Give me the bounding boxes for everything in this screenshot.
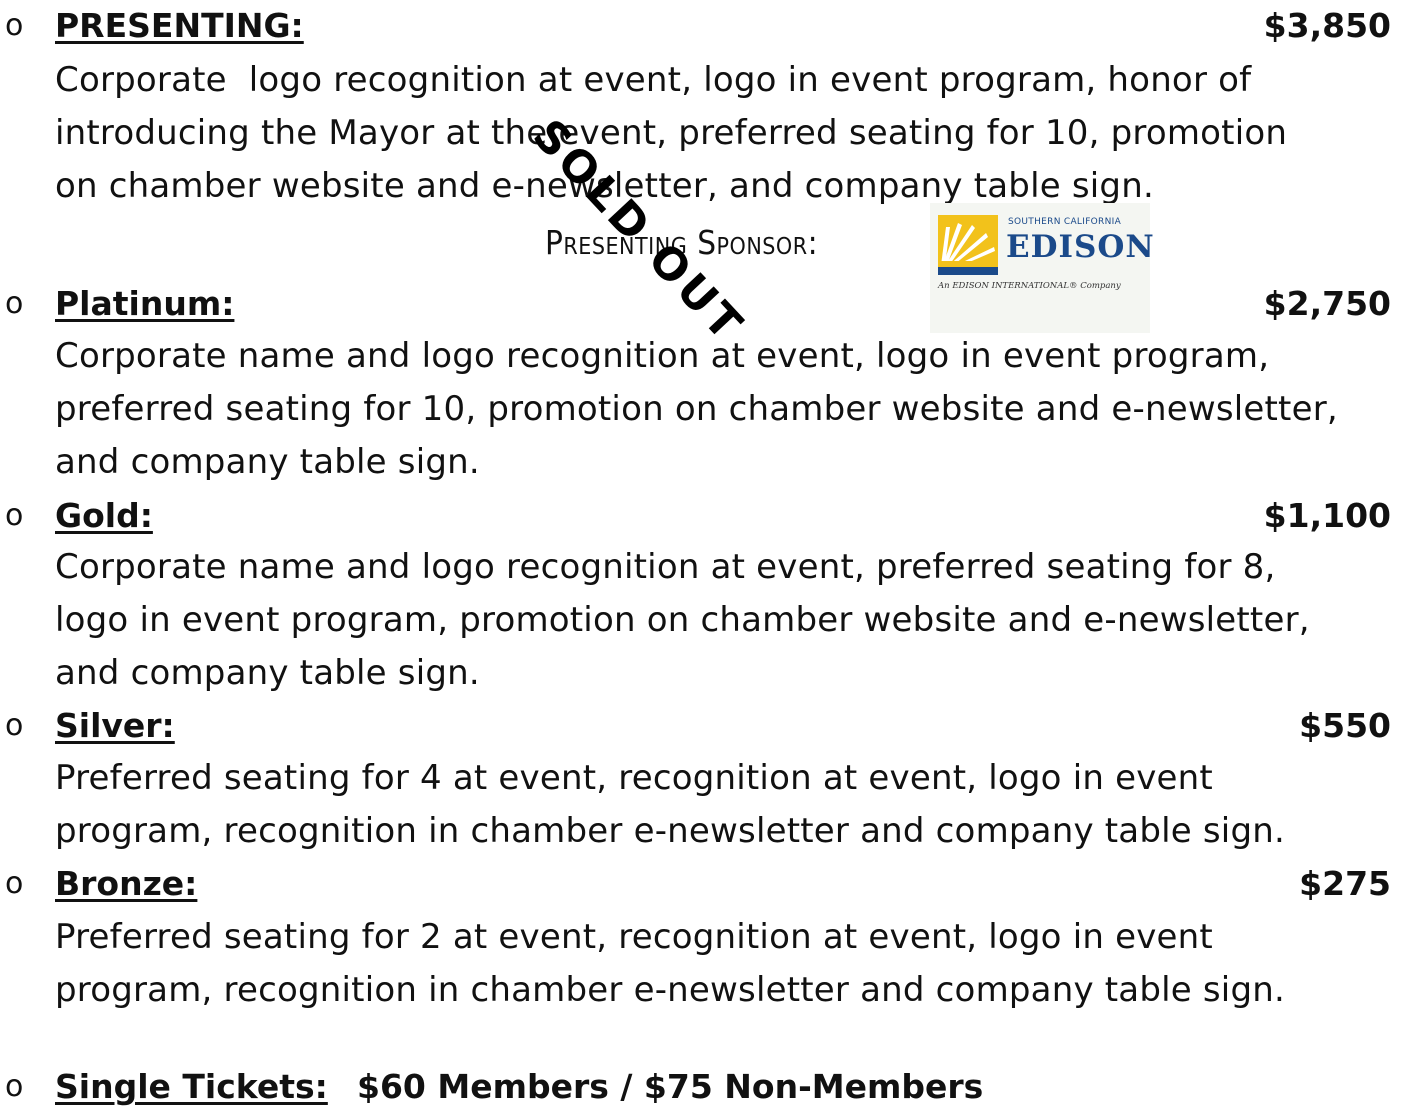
tier-name: Platinum: — [55, 284, 235, 323]
tier-price: $1,100 — [1263, 496, 1391, 535]
tier-description: Preferred seating for 4 at event, recogn… — [55, 758, 1285, 851]
bullet: o — [5, 498, 24, 533]
tier-description: Corporate logo recognition at event, log… — [55, 60, 1288, 206]
bullet: o — [5, 708, 24, 743]
tier-price: $3,850 — [1263, 6, 1391, 45]
tier-price: $550 — [1299, 706, 1391, 745]
logo-small-text: SOUTHERN CALIFORNIA — [1008, 217, 1122, 227]
single-tickets-price: $60 Members / $75 Non-Members — [357, 1067, 984, 1106]
edison-logo: SOUTHERN CALIFORNIA EDISON An EDISON INT… — [930, 203, 1154, 333]
logo-name: EDISON — [1006, 229, 1155, 265]
bullet: o — [5, 286, 24, 321]
tier-name: Silver: — [55, 706, 175, 745]
tier-name: Bronze: — [55, 864, 198, 903]
sunburst-icon — [938, 215, 998, 275]
bullet: o — [5, 8, 24, 43]
bullet: o — [5, 1069, 24, 1104]
tier-description: Corporate name and logo recognition at e… — [55, 547, 1310, 693]
bullet: o — [5, 866, 24, 901]
logo-tagline: An EDISON INTERNATIONAL® Company — [938, 281, 1121, 291]
tier-name: Gold: — [55, 496, 153, 535]
tier-price: $275 — [1299, 864, 1391, 903]
tier-description: Preferred seating for 2 at event, recogn… — [55, 917, 1285, 1010]
single-tickets-label: Single Tickets: — [55, 1067, 328, 1106]
tier-description: Corporate name and logo recognition at e… — [55, 336, 1338, 482]
tier-name: PRESENTING: — [55, 6, 304, 45]
tier-price: $2,750 — [1263, 284, 1391, 323]
